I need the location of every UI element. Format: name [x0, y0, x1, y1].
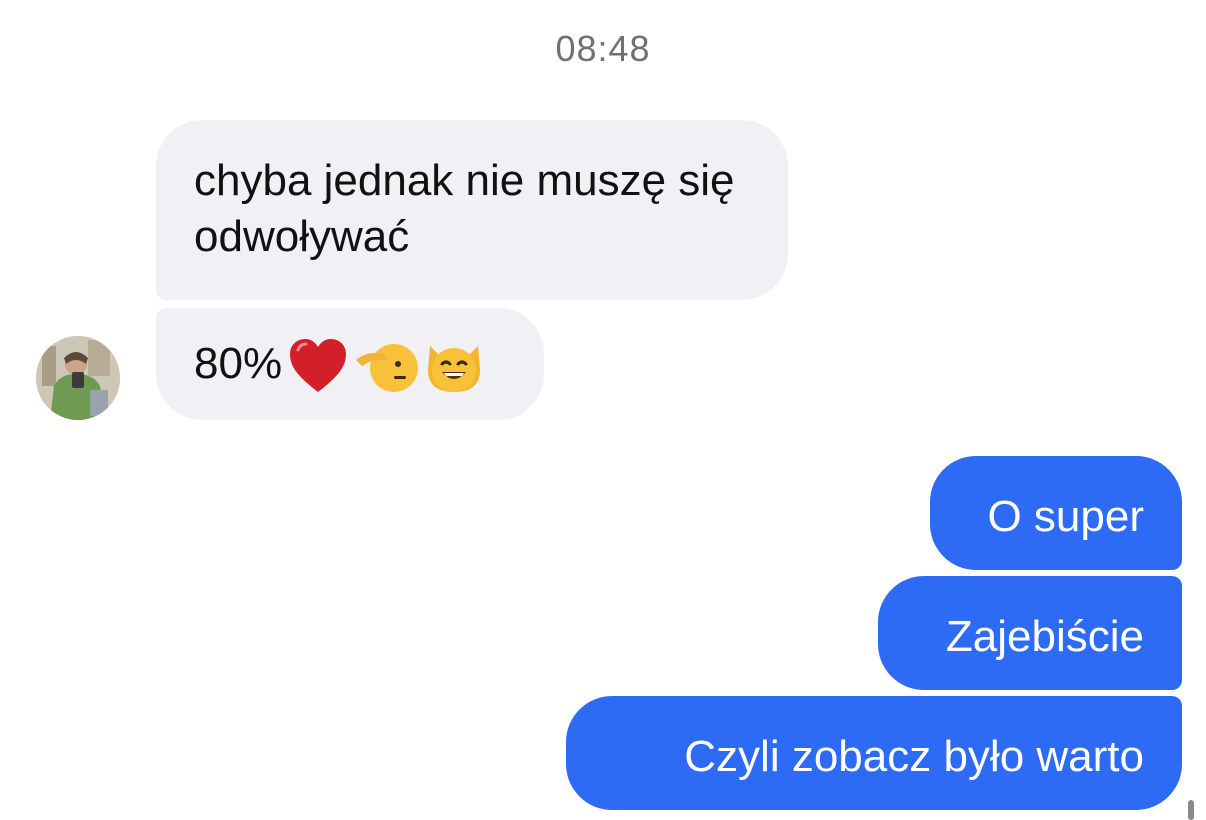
message-text: O super	[987, 492, 1144, 541]
red-heart-icon	[286, 336, 350, 396]
incoming-message-bubble[interactable]: 80%	[156, 308, 544, 420]
message-text: Zajebiście	[945, 612, 1144, 661]
avatar-photo-icon	[36, 336, 120, 420]
message-text: 80%	[194, 339, 283, 388]
scroll-indicator[interactable]	[1188, 800, 1194, 820]
saluting-face-icon	[354, 336, 419, 396]
outgoing-message-bubble[interactable]: O super	[930, 456, 1182, 570]
outgoing-message-bubble[interactable]: Czyli zobacz było warto	[566, 696, 1182, 810]
message-text: Czyli zobacz było warto	[684, 732, 1144, 781]
grinning-cat-icon	[422, 336, 486, 396]
contact-avatar[interactable]	[36, 336, 120, 420]
message-timestamp: 08:48	[555, 28, 651, 69]
outgoing-message-bubble[interactable]: Zajebiście	[878, 576, 1182, 690]
incoming-message-bubble[interactable]: chyba jednak nie muszę się odwoływać	[156, 120, 788, 300]
message-text: chyba jednak nie muszę się odwoływać	[194, 156, 735, 261]
